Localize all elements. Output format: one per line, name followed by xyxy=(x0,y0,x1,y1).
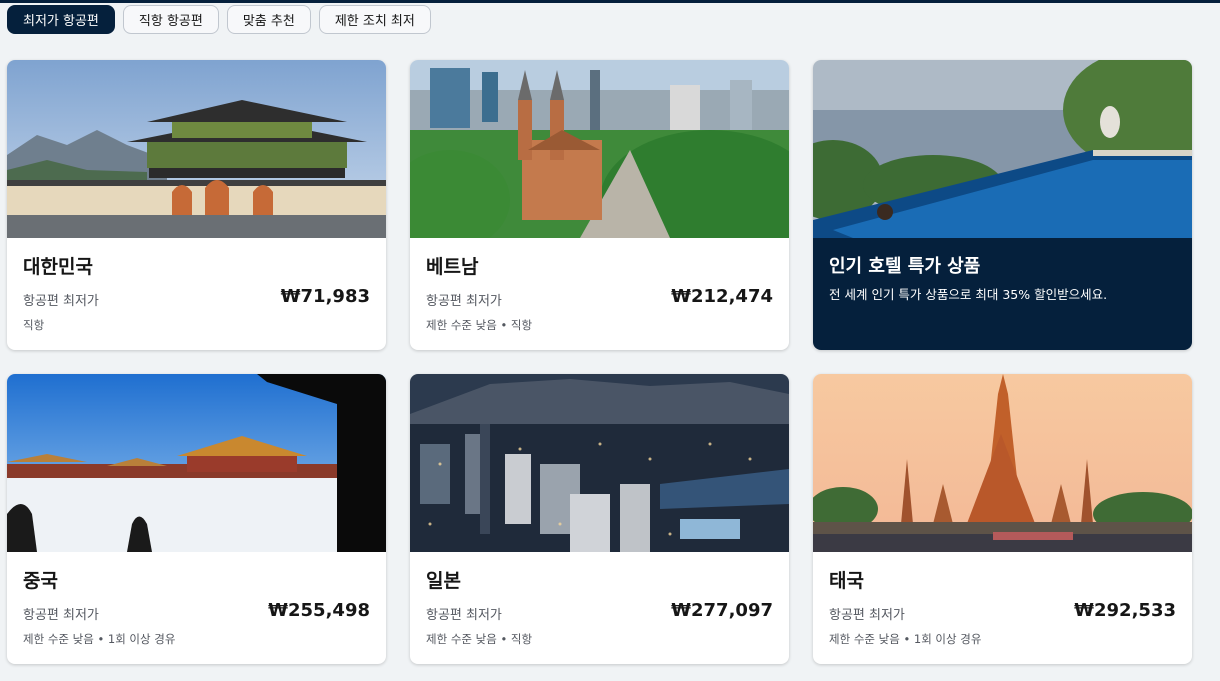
forbidden-city-snow-image xyxy=(7,374,386,552)
infinity-pool-image xyxy=(813,60,1192,238)
destination-price: ₩292,533 xyxy=(1074,600,1176,621)
destination-name: 일본 xyxy=(426,570,461,592)
destination-name: 중국 xyxy=(23,570,58,592)
flight-details: 제한 수준 낮음 • 직항 xyxy=(426,318,533,332)
destination-card-vietnam[interactable]: 베트남 항공편 최저가 ₩212,474 제한 수준 낮음 • 직항 xyxy=(410,60,789,350)
fare-label: 항공편 최저가 xyxy=(23,608,99,623)
tab-direct-flights[interactable]: 직항 항공편 xyxy=(122,5,219,34)
tokyo-city-night-image xyxy=(410,374,789,552)
fare-label: 항공편 최저가 xyxy=(426,608,502,623)
destination-price: ₩71,983 xyxy=(280,286,370,307)
fare-label: 항공편 최저가 xyxy=(426,294,502,309)
destination-price: ₩212,474 xyxy=(671,286,773,307)
destination-price: ₩277,097 xyxy=(671,600,773,621)
fare-label: 항공편 최저가 xyxy=(829,608,905,623)
top-accent-bar xyxy=(0,0,1220,3)
flight-details: 제한 수준 낮음 • 1회 이상 경유 xyxy=(829,632,982,646)
destination-price: ₩255,498 xyxy=(268,600,370,621)
promo-panel: 인기 호텔 특가 상품 전 세계 인기 특가 상품으로 최대 35% 할인받으세… xyxy=(813,238,1192,350)
filter-tabs: 최저가 항공편 직항 항공편 맞춤 추천 제한 조치 최저 xyxy=(7,5,431,34)
wat-arun-temple-image xyxy=(813,374,1192,552)
gyeongbokgung-palace-image xyxy=(7,60,386,238)
destination-card-thailand[interactable]: 태국 항공편 최저가 ₩292,533 제한 수준 낮음 • 1회 이상 경유 xyxy=(813,374,1192,664)
destination-name: 베트남 xyxy=(426,256,479,278)
destination-name: 태국 xyxy=(829,570,864,592)
hotel-deals-promo-card[interactable]: 인기 호텔 특가 상품 전 세계 인기 특가 상품으로 최대 35% 할인받으세… xyxy=(813,60,1192,350)
fare-label: 항공편 최저가 xyxy=(23,294,99,309)
destination-card-china[interactable]: 중국 항공편 최저가 ₩255,498 제한 수준 낮음 • 1회 이상 경유 xyxy=(7,374,386,664)
tab-cheapest-flights[interactable]: 최저가 항공편 xyxy=(7,5,115,34)
saigon-cathedral-image xyxy=(410,60,789,238)
flight-details: 제한 수준 낮음 • 직항 xyxy=(426,632,533,646)
destination-card-korea[interactable]: 대한민국 항공편 최저가 ₩71,983 직항 xyxy=(7,60,386,350)
flight-details: 제한 수준 낮음 • 1회 이상 경유 xyxy=(23,632,176,646)
flight-details: 직항 xyxy=(23,318,45,332)
promo-description: 전 세계 인기 특가 상품으로 최대 35% 할인받으세요. xyxy=(829,287,1108,302)
tab-recommended[interactable]: 맞춤 추천 xyxy=(226,5,311,34)
destination-card-japan[interactable]: 일본 항공편 최저가 ₩277,097 제한 수준 낮음 • 직항 xyxy=(410,374,789,664)
tab-low-restrictions[interactable]: 제한 조치 최저 xyxy=(318,5,431,34)
promo-title: 인기 호텔 특가 상품 xyxy=(829,256,981,277)
destination-name: 대한민국 xyxy=(23,256,93,278)
